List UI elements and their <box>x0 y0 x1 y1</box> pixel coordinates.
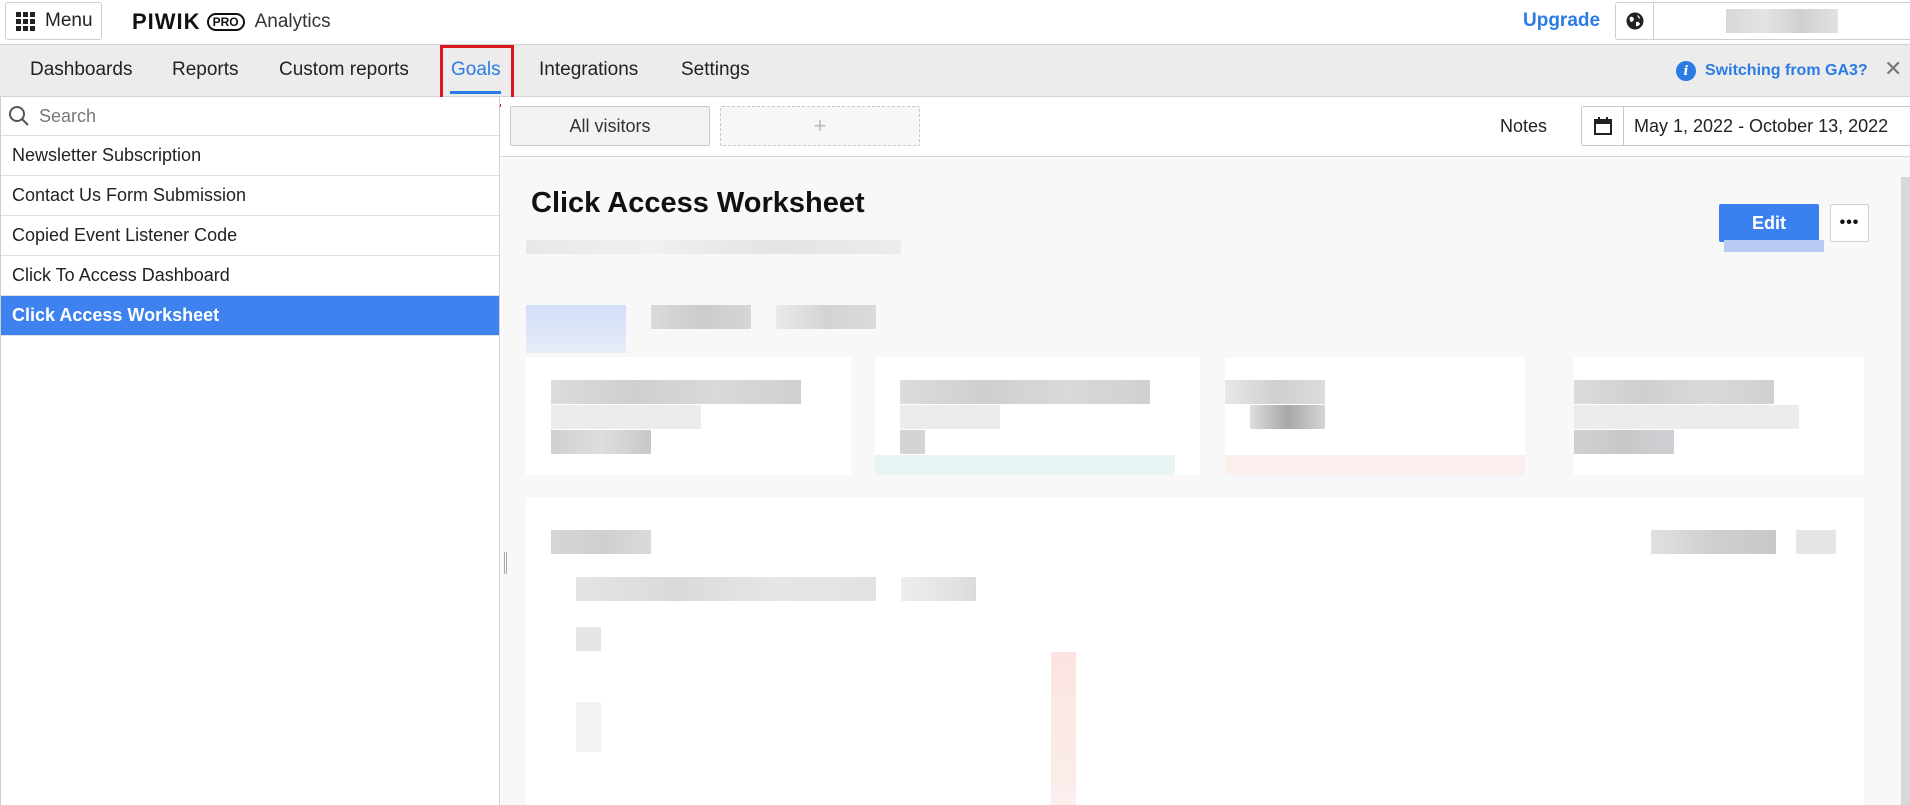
redacted-tab <box>651 305 751 329</box>
account-name-redacted <box>1726 9 1838 33</box>
nav-custom-reports[interactable]: Custom reports <box>279 59 409 81</box>
date-range-label: May 1, 2022 - October 13, 2022 <box>1634 115 1889 136</box>
logo-word: PIWIK <box>132 9 201 34</box>
edit-button[interactable]: Edit <box>1719 204 1819 242</box>
description-redacted <box>526 240 901 254</box>
nav-dashboards[interactable]: Dashboards <box>30 59 132 81</box>
goal-detail-panel: All visitors + Notes May 1, 2022 - Octob… <box>501 97 1910 805</box>
scrollbar[interactable] <box>1901 177 1910 805</box>
apps-grid-icon <box>16 11 35 31</box>
nav-settings[interactable]: Settings <box>681 59 750 81</box>
globe-icon <box>1616 3 1654 39</box>
nav-reports[interactable]: Reports <box>172 59 239 81</box>
switching-from-ga3-link[interactable]: i Switching from GA3? <box>1676 61 1868 81</box>
segment-all-visitors-button[interactable]: All visitors <box>510 106 710 146</box>
calendar-icon <box>1582 107 1624 145</box>
goal-item-click-access-worksheet[interactable]: Click Access Worksheet <box>1 296 499 336</box>
logo-analytics-label: Analytics <box>254 11 331 32</box>
kpi-card <box>526 357 851 475</box>
kpi-card <box>1225 357 1525 475</box>
chart-panel <box>526 497 1864 805</box>
date-range-picker[interactable]: May 1, 2022 - October 13, 2022 <box>1581 106 1910 146</box>
piwik-pro-logo[interactable]: PIWIK PRO Analytics <box>132 9 331 35</box>
menu-label: Menu <box>45 10 93 31</box>
more-options-button[interactable]: ••• <box>1830 204 1869 242</box>
close-icon[interactable]: ✕ <box>1884 56 1902 82</box>
report-toolbar: All visitors + Notes May 1, 2022 - Octob… <box>501 97 1910 157</box>
search-input[interactable] <box>37 104 457 128</box>
info-icon: i <box>1676 61 1696 81</box>
nav-integrations[interactable]: Integrations <box>539 59 638 81</box>
goal-item-click-to-access-dashboard[interactable]: Click To Access Dashboard <box>1 256 499 296</box>
switching-from-ga3-label: Switching from GA3? <box>1705 62 1868 79</box>
notes-button[interactable]: Notes <box>1500 116 1547 137</box>
main-nav: Dashboards Reports Custom reports Goals … <box>0 45 1910 97</box>
redacted-tab <box>776 305 876 329</box>
goals-sidebar: Newsletter Subscription Contact Us Form … <box>0 97 500 805</box>
menu-button[interactable]: Menu <box>5 2 102 40</box>
goal-item-copied-event-listener-code[interactable]: Copied Event Listener Code <box>1 216 499 256</box>
goal-item-newsletter-subscription[interactable]: Newsletter Subscription <box>1 136 499 176</box>
account-selector[interactable] <box>1615 2 1910 40</box>
redacted-tab-active <box>526 305 626 353</box>
redacted-link <box>1724 240 1824 252</box>
kpi-card <box>875 357 1200 475</box>
add-segment-button[interactable]: + <box>720 106 920 146</box>
top-bar: Menu PIWIK PRO Analytics Upgrade <box>0 0 1910 45</box>
goal-item-contact-us-form-submission[interactable]: Contact Us Form Submission <box>1 176 499 216</box>
upgrade-link[interactable]: Upgrade <box>1523 10 1600 32</box>
logo-pro-badge: PRO <box>206 13 245 31</box>
kpi-card <box>1574 357 1864 475</box>
goal-search <box>1 97 499 136</box>
page-title: Click Access Worksheet <box>531 187 865 219</box>
search-icon <box>1 105 37 127</box>
panel-resize-handle[interactable] <box>504 552 507 574</box>
